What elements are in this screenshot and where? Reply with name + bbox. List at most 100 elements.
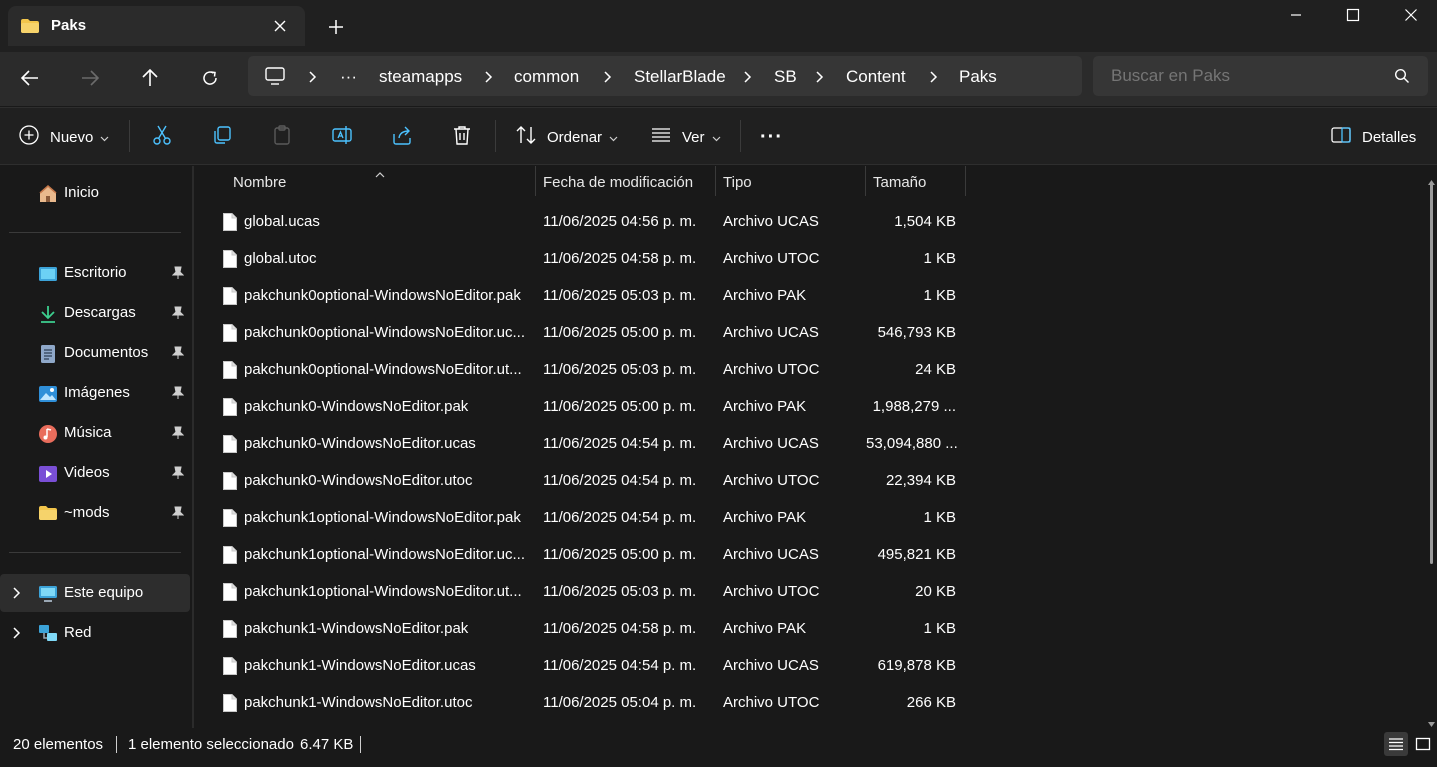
pin-icon[interactable] (171, 306, 185, 324)
toolbar-divider (129, 120, 130, 152)
table-row[interactable]: global.ucas 11/06/2025 04:56 p. m. Archivo… (194, 203, 974, 240)
table-row[interactable]: pakchunk1optional-WindowsNoEditor.ut... 1… (194, 573, 974, 610)
close-tab-icon[interactable] (270, 16, 290, 36)
sort-button[interactable]: Ordenar (515, 108, 618, 166)
chevron-right-icon[interactable] (743, 70, 753, 84)
table-row[interactable]: pakchunk0optional-WindowsNoEditor.uc... 1… (194, 314, 974, 351)
table-row[interactable]: pakchunk0-WindowsNoEditor.pak 11/06/2025 … (194, 388, 974, 425)
details-button[interactable]: Detalles (1330, 108, 1416, 166)
sidebar-item-music[interactable]: Música (0, 414, 190, 452)
file-name[interactable]: pakchunk1optional-WindowsNoEditor.ut... (244, 583, 526, 600)
breadcrumb-sb[interactable]: SB (774, 67, 797, 87)
view-button[interactable]: Ver (650, 108, 721, 166)
up-arrow-icon[interactable] (134, 64, 166, 92)
table-row[interactable]: pakchunk1optional-WindowsNoEditor.uc... 1… (194, 536, 974, 573)
sidebar-item-mods[interactable]: ~mods (0, 494, 190, 532)
file-name[interactable]: pakchunk0optional-WindowsNoEditor.uc... (244, 324, 526, 341)
file-name[interactable]: pakchunk1-WindowsNoEditor.pak (244, 620, 526, 637)
table-row[interactable]: pakchunk0-WindowsNoEditor.utoc 11/06/2025… (194, 462, 974, 499)
address-bar[interactable]: ··· steamapps common StellarBlade SB Con… (248, 56, 1082, 96)
file-name[interactable]: pakchunk1optional-WindowsNoEditor.uc... (244, 546, 526, 563)
sidebar-item-documents[interactable]: Documentos (0, 334, 190, 372)
breadcrumb-content[interactable]: Content (846, 67, 906, 87)
column-header-date[interactable]: Fecha de modificación (543, 166, 713, 196)
rename-button[interactable] (331, 108, 353, 166)
file-icon (222, 508, 238, 532)
close-window-icon[interactable] (1382, 0, 1437, 30)
breadcrumb-paks[interactable]: Paks (959, 67, 997, 87)
table-row[interactable]: pakchunk0optional-WindowsNoEditor.ut... 1… (194, 351, 974, 388)
vertical-scrollbar[interactable] (1426, 166, 1437, 728)
more-options-button[interactable]: ··· (760, 108, 783, 166)
sidebar-item-pictures[interactable]: Imágenes (0, 374, 190, 412)
file-name[interactable]: pakchunk1-WindowsNoEditor.utoc (244, 694, 526, 711)
sidebar-item-videos[interactable]: Videos (0, 454, 190, 492)
table-row[interactable]: pakchunk1-WindowsNoEditor.utoc 11/06/2025… (194, 684, 974, 721)
file-name[interactable]: pakchunk0-WindowsNoEditor.ucas (244, 435, 526, 452)
delete-button[interactable] (451, 108, 473, 166)
file-name[interactable]: global.utoc (244, 250, 526, 267)
file-name[interactable]: pakchunk0optional-WindowsNoEditor.ut... (244, 361, 526, 378)
file-name[interactable]: global.ucas (244, 213, 526, 230)
file-name[interactable]: pakchunk0optional-WindowsNoEditor.pak (244, 287, 526, 304)
column-divider[interactable] (965, 166, 966, 196)
new-tab-icon[interactable] (325, 16, 347, 38)
breadcrumb-stellarblade[interactable]: StellarBlade (634, 67, 726, 87)
sidebar-item-this-pc[interactable]: Este equipo (0, 574, 190, 612)
sidebar-item-home[interactable]: Inicio (0, 174, 190, 212)
chevron-right-icon[interactable] (815, 70, 825, 84)
column-divider[interactable] (715, 166, 716, 196)
column-header-size[interactable]: Tamaño (873, 166, 963, 196)
refresh-icon[interactable] (194, 64, 226, 92)
sidebar-item-downloads[interactable]: Descargas (0, 294, 190, 332)
pin-icon[interactable] (171, 346, 185, 364)
breadcrumb-steamapps[interactable]: steamapps (379, 67, 462, 87)
pin-icon[interactable] (171, 266, 185, 284)
new-button[interactable]: Nuevo (18, 108, 109, 166)
search-input[interactable] (1093, 56, 1373, 96)
table-row[interactable]: global.utoc 11/06/2025 04:58 p. m. Archivo… (194, 240, 974, 277)
details-view-toggle[interactable] (1384, 732, 1408, 756)
file-name[interactable]: pakchunk0-WindowsNoEditor.pak (244, 398, 526, 415)
pin-icon[interactable] (171, 386, 185, 404)
search-icon[interactable] (1394, 68, 1410, 88)
chevron-right-icon[interactable] (308, 70, 318, 84)
chevron-right-icon[interactable] (12, 586, 22, 604)
chevron-right-icon[interactable] (12, 626, 22, 644)
pin-icon[interactable] (171, 466, 185, 484)
copy-button[interactable] (211, 108, 233, 166)
table-row[interactable]: pakchunk1-WindowsNoEditor.ucas 11/06/2025… (194, 647, 974, 684)
table-row[interactable]: pakchunk1-WindowsNoEditor.pak 11/06/2025 … (194, 610, 974, 647)
column-divider[interactable] (865, 166, 866, 196)
pin-icon[interactable] (171, 506, 185, 524)
chevron-right-icon[interactable] (484, 70, 494, 84)
forward-arrow-icon[interactable] (74, 64, 106, 92)
minimize-icon[interactable] (1267, 0, 1325, 30)
breadcrumb-ellipsis[interactable]: ··· (340, 67, 357, 87)
chevron-right-icon[interactable] (929, 70, 939, 84)
column-header-name[interactable]: Nombre (233, 166, 533, 196)
back-arrow-icon[interactable] (14, 64, 46, 92)
column-header-type[interactable]: Tipo (723, 166, 863, 196)
paste-button[interactable] (271, 108, 293, 166)
file-name[interactable]: pakchunk1-WindowsNoEditor.ucas (244, 657, 526, 674)
maximize-icon[interactable] (1324, 0, 1382, 30)
thumbnail-view-toggle[interactable] (1411, 732, 1435, 756)
scrollbar-thumb[interactable] (1430, 184, 1433, 564)
table-row[interactable]: pakchunk1optional-WindowsNoEditor.pak 11/… (194, 499, 974, 536)
search-box[interactable] (1093, 56, 1428, 96)
sidebar-item-network[interactable]: Red (0, 614, 190, 652)
chevron-right-icon[interactable] (603, 70, 613, 84)
breadcrumb-common[interactable]: common (514, 67, 579, 87)
table-row[interactable]: pakchunk0optional-WindowsNoEditor.pak 11/… (194, 277, 974, 314)
tab-paks[interactable]: Paks (8, 6, 305, 46)
file-name[interactable]: pakchunk1optional-WindowsNoEditor.pak (244, 509, 526, 526)
share-button[interactable] (391, 108, 413, 166)
cut-button[interactable] (151, 108, 173, 166)
column-divider[interactable] (535, 166, 536, 196)
table-row[interactable]: pakchunk0-WindowsNoEditor.ucas 11/06/2025… (194, 425, 974, 462)
sidebar-item-desktop[interactable]: Escritorio (0, 254, 190, 292)
file-name[interactable]: pakchunk0-WindowsNoEditor.utoc (244, 472, 526, 489)
pin-icon[interactable] (171, 426, 185, 444)
this-pc-icon[interactable] (264, 66, 286, 90)
